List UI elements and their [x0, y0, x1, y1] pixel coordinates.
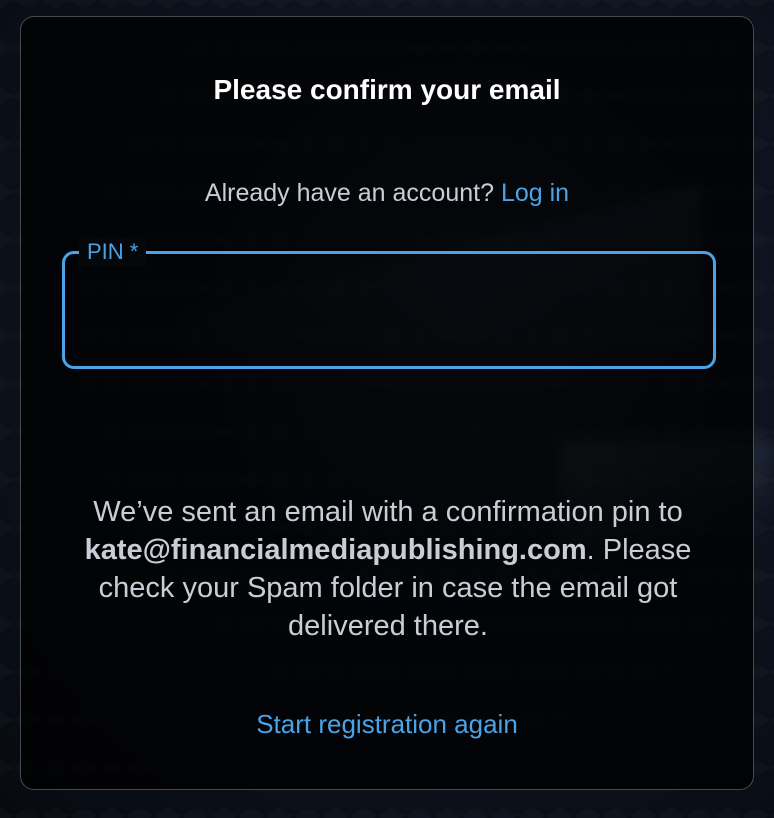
message-email: kate@financialmediapublishing.com — [84, 534, 587, 566]
login-prompt-line: Already have an account? Log in — [21, 177, 753, 209]
pin-field[interactable]: PIN * — [62, 238, 716, 369]
pin-field-label: PIN * — [79, 238, 147, 266]
login-prompt-text: Already have an account? — [204, 179, 494, 207]
confirmation-message: We’ve sent an email with a confirmation … — [51, 493, 725, 645]
start-registration-again-link[interactable]: Start registration again — [21, 707, 753, 741]
message-text: We’ve sent an email with a confirmation … — [93, 496, 683, 528]
dialog-title: Please confirm your email — [213, 74, 561, 105]
confirm-email-dialog: Please confirm your email Already have a… — [20, 16, 754, 790]
pin-input[interactable] — [83, 284, 695, 346]
login-link[interactable]: Log in — [501, 179, 569, 207]
